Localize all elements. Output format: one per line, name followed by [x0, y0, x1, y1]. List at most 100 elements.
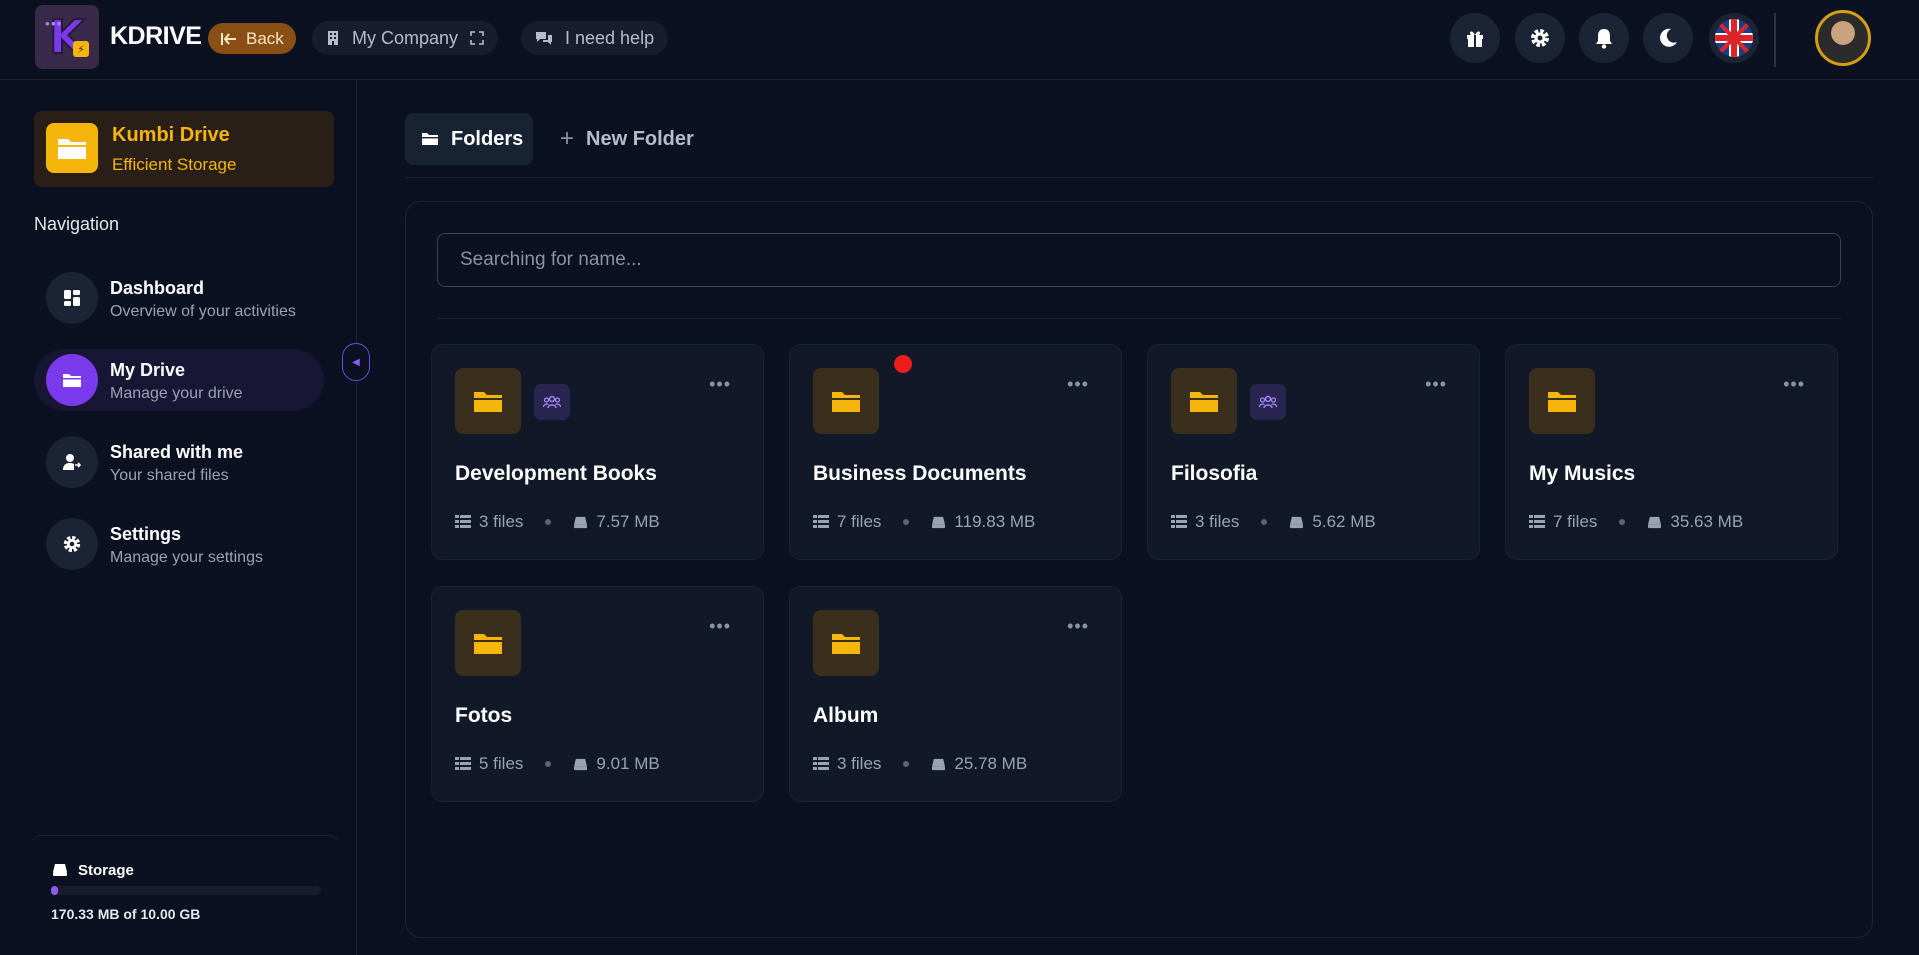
folder-name: My Musics — [1529, 462, 1636, 485]
meta-separator — [545, 761, 552, 767]
folder-file-count: 3 files — [837, 754, 882, 773]
nav-item-subtitle: Manage your settings — [110, 549, 263, 566]
folder-size: 35.63 MB — [1670, 512, 1744, 531]
nav-item-dashboard[interactable]: Dashboard Overview of your activities — [34, 267, 324, 329]
folder-card[interactable]: ••• Album 3 files 25.78 MB — [789, 586, 1122, 802]
shared-group-icon — [534, 384, 570, 420]
folder-file-count: 3 files — [479, 512, 524, 531]
meta-separator — [1261, 519, 1268, 525]
kdrive-logo[interactable]: ●●● K ⚡ — [35, 5, 99, 69]
nav-item-settings[interactable]: Settings Manage your settings — [34, 513, 324, 575]
chat-icon — [536, 32, 552, 45]
plus-icon: + — [560, 125, 575, 152]
more-options-icon[interactable]: ••• — [1425, 375, 1447, 393]
hard-drive-icon — [53, 864, 67, 876]
sidebar: Kumbi Drive Efficient Storage Navigation… — [0, 80, 357, 955]
gear-icon — [46, 518, 98, 570]
storage-title: Storage — [78, 862, 134, 879]
folder-file-count: 7 files — [1553, 512, 1598, 531]
brand-name: KDRIVE — [110, 22, 202, 50]
folder-icon — [46, 354, 98, 406]
language-selector[interactable] — [1709, 13, 1759, 63]
back-button[interactable]: Back — [208, 23, 296, 54]
folder-size: 5.62 MB — [1312, 512, 1376, 531]
top-header: ●●● K ⚡ KDRIVE Back My Company I need he… — [0, 0, 1919, 80]
company-label: My Company — [352, 27, 459, 48]
gear-icon — [1531, 29, 1549, 47]
tab-new-folder[interactable]: + New Folder — [560, 113, 694, 165]
folder-meta: 5 files 9.01 MB — [455, 754, 660, 774]
folder-card[interactable]: ••• Business Documents 7 files 119.83 MB — [789, 344, 1122, 560]
user-avatar[interactable] — [1815, 10, 1871, 66]
drive-subtitle: Efficient Storage — [112, 155, 237, 174]
nav-heading: Navigation — [34, 214, 120, 234]
folders-panel: ••• Development Books 3 files 7.57 MB ••… — [405, 201, 1873, 938]
tab-folders[interactable]: Folders — [405, 113, 533, 165]
folder-name: Business Documents — [813, 462, 1027, 485]
meta-separator — [903, 519, 910, 525]
folder-card[interactable]: ••• My Musics 7 files 35.63 MB — [1505, 344, 1838, 560]
nav-item-title: My Drive — [110, 360, 186, 380]
nav-item-my-drive[interactable]: My Drive Manage your drive — [34, 349, 324, 411]
header-divider — [1774, 13, 1776, 67]
hard-drive-icon — [574, 758, 588, 770]
panel-divider — [437, 318, 1841, 319]
help-button[interactable]: I need help — [521, 21, 669, 55]
hard-drive-icon — [574, 516, 588, 528]
nav-item-subtitle: Your shared files — [110, 467, 229, 484]
company-selector[interactable]: My Company — [312, 21, 499, 55]
search-input[interactable] — [437, 233, 1841, 287]
files-list-icon — [813, 515, 829, 528]
more-options-icon[interactable]: ••• — [709, 375, 731, 393]
gift-button[interactable] — [1450, 13, 1500, 63]
settings-button[interactable] — [1515, 13, 1565, 63]
folder-icon — [455, 610, 521, 676]
files-list-icon — [1171, 515, 1187, 528]
nav-item-title: Dashboard — [110, 278, 205, 298]
folder-card[interactable]: ••• Fotos 5 files 9.01 MB — [431, 586, 764, 802]
folder-icon — [1529, 368, 1595, 434]
hard-drive-icon — [932, 516, 946, 528]
folder-meta: 7 files 119.83 MB — [813, 512, 1035, 532]
storage-widget: Storage 170.33 MB of 10.00 GB — [30, 835, 340, 955]
folder-size: 7.57 MB — [596, 512, 660, 531]
folder-file-count: 3 files — [1195, 512, 1240, 531]
folder-card[interactable]: ••• Filosofia 3 files 5.62 MB — [1147, 344, 1480, 560]
folder-size: 9.01 MB — [596, 754, 660, 773]
back-button-label: Back — [246, 28, 284, 48]
hard-drive-icon — [1290, 516, 1304, 528]
nav-item-title: Settings — [110, 524, 182, 544]
back-arrow-icon — [221, 32, 236, 45]
drive-card: Kumbi Drive Efficient Storage — [34, 111, 334, 187]
more-options-icon[interactable]: ••• — [1067, 617, 1089, 635]
building-icon — [328, 31, 338, 45]
folder-card[interactable]: ••• Development Books 3 files 7.57 MB — [431, 344, 764, 560]
folder-file-count: 7 files — [837, 512, 882, 531]
shared-group-icon — [1250, 384, 1286, 420]
help-label: I need help — [565, 27, 655, 48]
folder-meta: 3 files 25.78 MB — [813, 754, 1027, 774]
more-options-icon[interactable]: ••• — [1783, 375, 1805, 393]
meta-separator — [1619, 519, 1626, 525]
dashboard-icon — [46, 272, 98, 324]
nav-item-shared-with-me[interactable]: Shared with me Your shared files — [34, 431, 324, 493]
folder-size: 119.83 MB — [954, 512, 1036, 531]
sidebar-collapse-button[interactable]: ◀ — [342, 343, 370, 381]
folder-meta: 3 files 5.62 MB — [1171, 512, 1376, 532]
drive-title: Kumbi Drive — [112, 124, 230, 146]
meta-separator — [545, 519, 552, 525]
folder-name: Album — [813, 704, 879, 727]
folder-icon — [813, 368, 879, 434]
notifications-button[interactable] — [1579, 13, 1629, 63]
more-options-icon[interactable]: ••• — [709, 617, 731, 635]
tab-folders-label: Folders — [451, 127, 524, 150]
folder-icon — [813, 610, 879, 676]
folder-icon — [455, 368, 521, 434]
hard-drive-icon — [1648, 516, 1662, 528]
files-list-icon — [1529, 515, 1545, 528]
folder-size: 25.78 MB — [954, 754, 1028, 773]
more-options-icon[interactable]: ••• — [1067, 375, 1089, 393]
notification-dot — [894, 355, 912, 373]
folder-icon — [422, 133, 438, 145]
theme-toggle[interactable] — [1643, 13, 1693, 63]
